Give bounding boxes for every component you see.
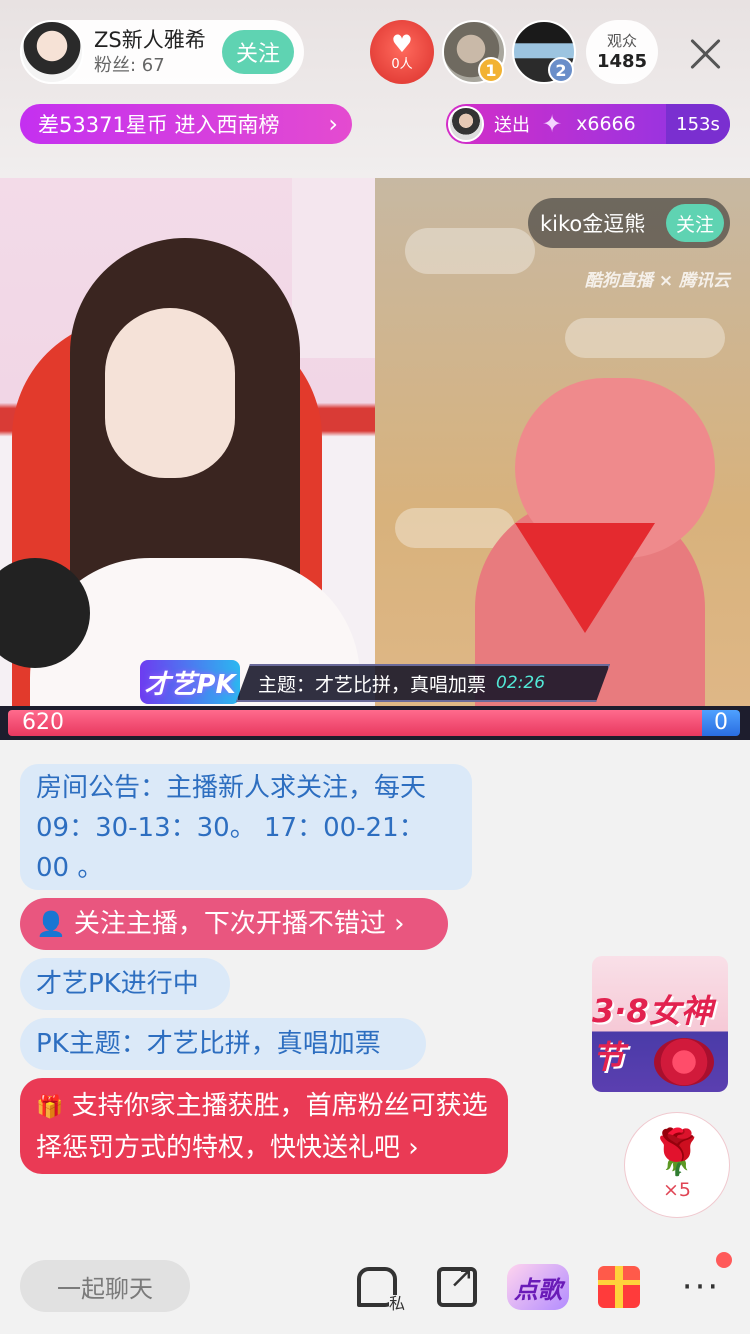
chat-input[interactable]: 一起聊天 [20,1260,190,1312]
rose-gift-button[interactable]: 🌹 ×5 [624,1112,730,1218]
gift-timer: 153s [666,104,730,144]
pk-score-fill-left [8,710,702,736]
guard-badge[interactable]: ♥ 0人 [370,20,434,84]
sender-avatar [448,106,484,142]
close-icon[interactable] [686,34,726,74]
rank-badge-2: 2 [548,57,574,83]
share-icon [437,1263,477,1307]
womens-day-promo-banner[interactable]: 3·8女神节 [592,956,728,1092]
pk-topic-bar: 主题：才艺比拼，真唱加票 02:26 [236,664,610,702]
song-request-icon: 点歌 [507,1264,569,1310]
gift-box-icon [598,1266,640,1308]
cloud-decoration [565,318,725,358]
audience-count-button[interactable]: 观众 1485 [586,20,658,84]
paper-crane-icon: ✦ [542,110,563,138]
rank-banner-text: 差53371星币 进入西南榜 [38,113,280,137]
notification-dot [716,1252,732,1268]
pk-score-left: 620 [22,710,64,735]
pk-topic-message: PK主题：才艺比拼，真唱加票 [20,1018,426,1070]
host-fans-count: 粉丝: 67 [94,55,165,76]
host-name: ZS新人雅希 [94,28,206,52]
more-button[interactable]: ··· [676,1262,726,1312]
guest-card[interactable]: kiko金逗熊 关注 [528,198,730,248]
follow-tip-message[interactable]: 👤 关注主播，下次开播不错过 › [20,898,448,950]
chevron-right-icon: › [328,110,338,138]
cloud-decoration [405,228,535,274]
rose-count: ×5 [662,1179,691,1201]
guest-video-stream[interactable]: 酷狗直播 × 腾讯云 [375,178,750,740]
private-message-button[interactable]: 私 [352,1262,405,1313]
host-card[interactable]: ZS新人雅希 粉丝: 67 关注 [20,20,304,84]
host-avatar[interactable] [20,20,84,84]
audience-label: 观众 [606,32,637,50]
pk-timer: 02:26 [496,673,546,693]
host-face [105,308,235,478]
gift-send-label: 送出 [494,115,530,136]
room-notice-message: 房间公告：主播新人求关注，每天09：30-13：30。 17：00-21：00 … [20,764,472,890]
host-info: ZS新人雅希 粉丝: 67 [94,26,224,78]
wall-painting [292,178,375,358]
pk-score-bar: 620 0 [0,706,750,740]
rose-icon: 🌹 [649,1127,705,1178]
support-tip-text: 支持你家主播获胜，首席粉丝可获选择惩罚方式的特权，快快送礼吧 › [36,1091,488,1163]
follow-tip-text: 关注主播，下次开播不错过 › [73,909,405,939]
guest-name: kiko金逗熊 [540,212,646,236]
gift-ticker[interactable]: 送出 ✦ x6666 153s [446,104,730,144]
follow-guest-button[interactable]: 关注 [666,204,724,242]
guard-count: 0人 [391,57,413,72]
song-request-button[interactable]: 点歌 [504,1262,572,1312]
rose-decoration [654,1038,714,1086]
user-add-icon: 👤 [36,910,66,938]
more-icon: ··· [681,1267,721,1307]
gift-count: x6666 [576,113,636,135]
audience-count: 1485 [596,51,648,72]
support-tip-message[interactable]: 🎁 支持你家主播获胜，首席粉丝可获选择惩罚方式的特权，快快送礼吧 › [20,1078,508,1174]
gift-icon: 🎁 [36,1095,64,1120]
stream-watermark: 酷狗直播 × 腾讯云 [584,271,730,291]
pk-banner: 才艺PK 主题：才艺比拼，真唱加票 02:26 [140,660,610,706]
gift-button[interactable] [594,1262,644,1312]
host-video-stream[interactable] [0,178,375,740]
private-message-icon: 私 [357,1267,405,1313]
pk-status-message: 才艺PK进行中 [20,958,230,1010]
heart-wings-icon: ♥ [391,30,413,58]
rank-banner[interactable]: 差53371星币 进入西南榜 › [20,104,352,144]
rank-badge-1: 1 [478,57,504,83]
private-label: 私 [388,1294,405,1313]
share-button[interactable] [432,1262,482,1312]
pk-topic-text: 主题：才艺比拼，真唱加票 [258,673,487,696]
pk-score-right: 0 [714,710,728,735]
follow-host-button[interactable]: 关注 [222,30,294,74]
pk-logo: 才艺PK [140,660,240,704]
